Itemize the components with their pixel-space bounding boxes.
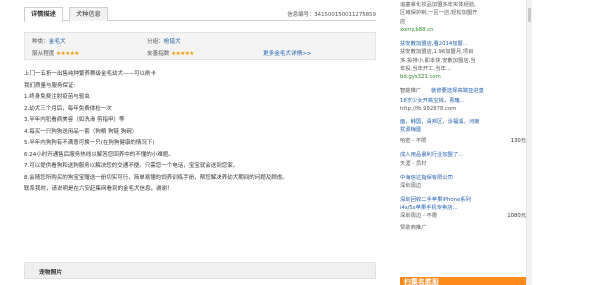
- ad2-line: 年投,当年开工,当年...: [400, 66, 451, 73]
- desc-line: 7.可以提供看狗和送狗服务以解决您的交通不便。只需您一个电话，宝宝就会送到您家。: [24, 163, 239, 170]
- desc-line: 2.幼犬三个月后，每年免费体检一次: [24, 105, 112, 112]
- promo-link[interactable]: 装修要选择高端亚进皇: [431, 88, 484, 94]
- desc-line: 我们质量与服务保证:: [24, 82, 76, 89]
- desc-line: 8.会随您所购买的狗宝宝赠送一册切实可行，简单易懂的饲养训练手册，帮您解决养幼犬…: [24, 174, 288, 181]
- loyalty-label: 服从程度: [32, 51, 55, 57]
- breed-link[interactable]: 金毛犬: [49, 39, 66, 45]
- pet-photos-header: 宠物照片: [24, 262, 376, 279]
- breed-attr: 种类：金毛犬: [32, 37, 66, 45]
- desc-line: 联系我时，请说明是在六安赶集网看到的金毛犬信息，谢谢！: [24, 186, 173, 193]
- item4-sub1[interactable]: i4s/5s苹果手机专卖店...: [400, 204, 526, 212]
- region-links[interactable]: 面，韩国，清邦区，泳福溪，河南 犹源梅厘: [400, 118, 526, 135]
- loyalty-stars: ★★★★★: [56, 51, 79, 57]
- desc-line: 4.每买一只狗狗送用品一套（狗粮 狗链 狗碗）: [24, 128, 138, 135]
- desc-line: 3.半年内犯看病美容（如洗澡 剪指甲）等: [24, 117, 125, 124]
- cbg-title[interactable]: 18岁少女开高宝钱，青瑰...: [400, 97, 526, 105]
- pet-photos-title: 宠物照片: [39, 270, 63, 276]
- ad2-url[interactable]: bd.gys321.com: [400, 73, 526, 81]
- scrollbar[interactable]: [526, 0, 532, 285]
- promo-label: 智能推广: [400, 87, 422, 94]
- item4-row: 深圳周边 - 不限 1080元: [400, 212, 526, 220]
- ad1-url[interactable]: xomy.b88.cn: [400, 26, 526, 34]
- group-link[interactable]: 枪猎犬: [164, 39, 181, 45]
- ad-sidebar: 追塞拿化妆品加盟多年实体经验, 区域保护制,一区一店,轻松加盟开 店 xomy.…: [400, 0, 526, 232]
- item2-title[interactable]: 成人用品暴利行业加盟了...: [400, 151, 526, 159]
- orange-ad-banner[interactable]: 扫集名胜股: [400, 277, 526, 285]
- item2-sub: 天涯 - 员村: [400, 160, 427, 167]
- region-line: 面，韩国，清邦区，泳福溪，河南: [400, 118, 480, 125]
- ad2-text: 扶安散加盟店,1.96加盟月,项目 多,投排小,即本快,安散加盟店,当 年投,当…: [400, 48, 526, 73]
- item3-sub: 深圳周边: [400, 183, 422, 190]
- sponsor-label: 赞助商推广: [400, 224, 427, 231]
- description: 上门一五折一出售纯种繁养赛级金毛幼犬——可以刷卡 我们质量与服务保证: 1.终身…: [24, 69, 376, 196]
- item1[interactable]: 哈密 - 不限 130元: [400, 137, 526, 145]
- friendly-label: 友善指数: [147, 51, 170, 57]
- ad1-line: 追塞拿化妆品加盟多年实体经验,: [400, 2, 476, 8]
- ad2-title[interactable]: 扶安散加盟店,看2014加盟...: [400, 40, 526, 48]
- desc-line: 6.24小时开通售后服务热线以解答您回养中的不懂的小难题。: [24, 151, 174, 158]
- item4-title[interactable]: 深圳回收二手苹果iPhone系列: [400, 196, 526, 204]
- group-label: 分组：: [147, 39, 164, 45]
- ad1-line: 店: [400, 18, 406, 25]
- ad2-line: 多,投排小,即本快,安散加盟店,当: [400, 57, 476, 64]
- detail-tabs: 详情描述 犬种信息 信息编号：341500150011275859: [24, 4, 376, 22]
- detail-panel: 详情描述 犬种信息 信息编号：341500150011275859 种类：金毛犬…: [24, 4, 376, 279]
- ad1-text[interactable]: 追塞拿化妆品加盟多年实体经验, 区域保护制,一区一店,轻松加盟开 店: [400, 1, 526, 26]
- item1-name: 哈密 - 不限: [400, 138, 427, 145]
- tab-description[interactable]: 详情描述: [24, 7, 63, 22]
- region-line: 犹源梅厘: [400, 126, 422, 133]
- breed-label: 种类：: [32, 39, 49, 45]
- friendly-stars: ★★★★★: [171, 51, 194, 57]
- tab-breed-info[interactable]: 犬种信息: [69, 7, 108, 21]
- item4-price: 1080元: [507, 213, 526, 220]
- item4-sub2: 深圳周边 - 不限: [400, 213, 438, 220]
- item3-title[interactable]: 中海信达指保有限公司: [400, 174, 526, 182]
- scrollbar-thumb[interactable]: [528, 8, 531, 22]
- item1-price: 130元: [510, 138, 526, 145]
- friendly-attr: 友善指数 ★★★★★: [147, 49, 194, 57]
- desc-line: 5.半年内狗狗有不满意可换一只(在狗狗健康的情况下): [24, 140, 155, 147]
- ad2-line: 扶安散加盟店,1.96加盟月,项目: [400, 49, 474, 56]
- desc-line: 上门一五折一出售纯种繁养赛级金毛幼犬——可以刷卡: [24, 71, 157, 77]
- promo-row: 智能推广 装修要选择高端亚进皇: [400, 87, 526, 95]
- group-attr: 分组：枪猎犬: [147, 37, 181, 45]
- desc-line: 1.终身免费注射疫苗与驱虫: [24, 94, 90, 101]
- ad1-line: 区域保护制,一区一店,轻松加盟开: [400, 10, 478, 17]
- loyalty-attr: 服从程度 ★★★★★: [32, 49, 79, 57]
- breed-attributes: 种类：金毛犬 分组：枪猎犬 服从程度 ★★★★★ 友善指数 ★★★★★ 更多金毛…: [24, 32, 376, 60]
- more-breed-details-link[interactable]: 更多金毛犬详情>>: [263, 49, 312, 57]
- info-number: 信息编号：341500150011275859: [287, 12, 376, 18]
- cbg-url[interactable]: http://fb.992878.com: [400, 105, 526, 113]
